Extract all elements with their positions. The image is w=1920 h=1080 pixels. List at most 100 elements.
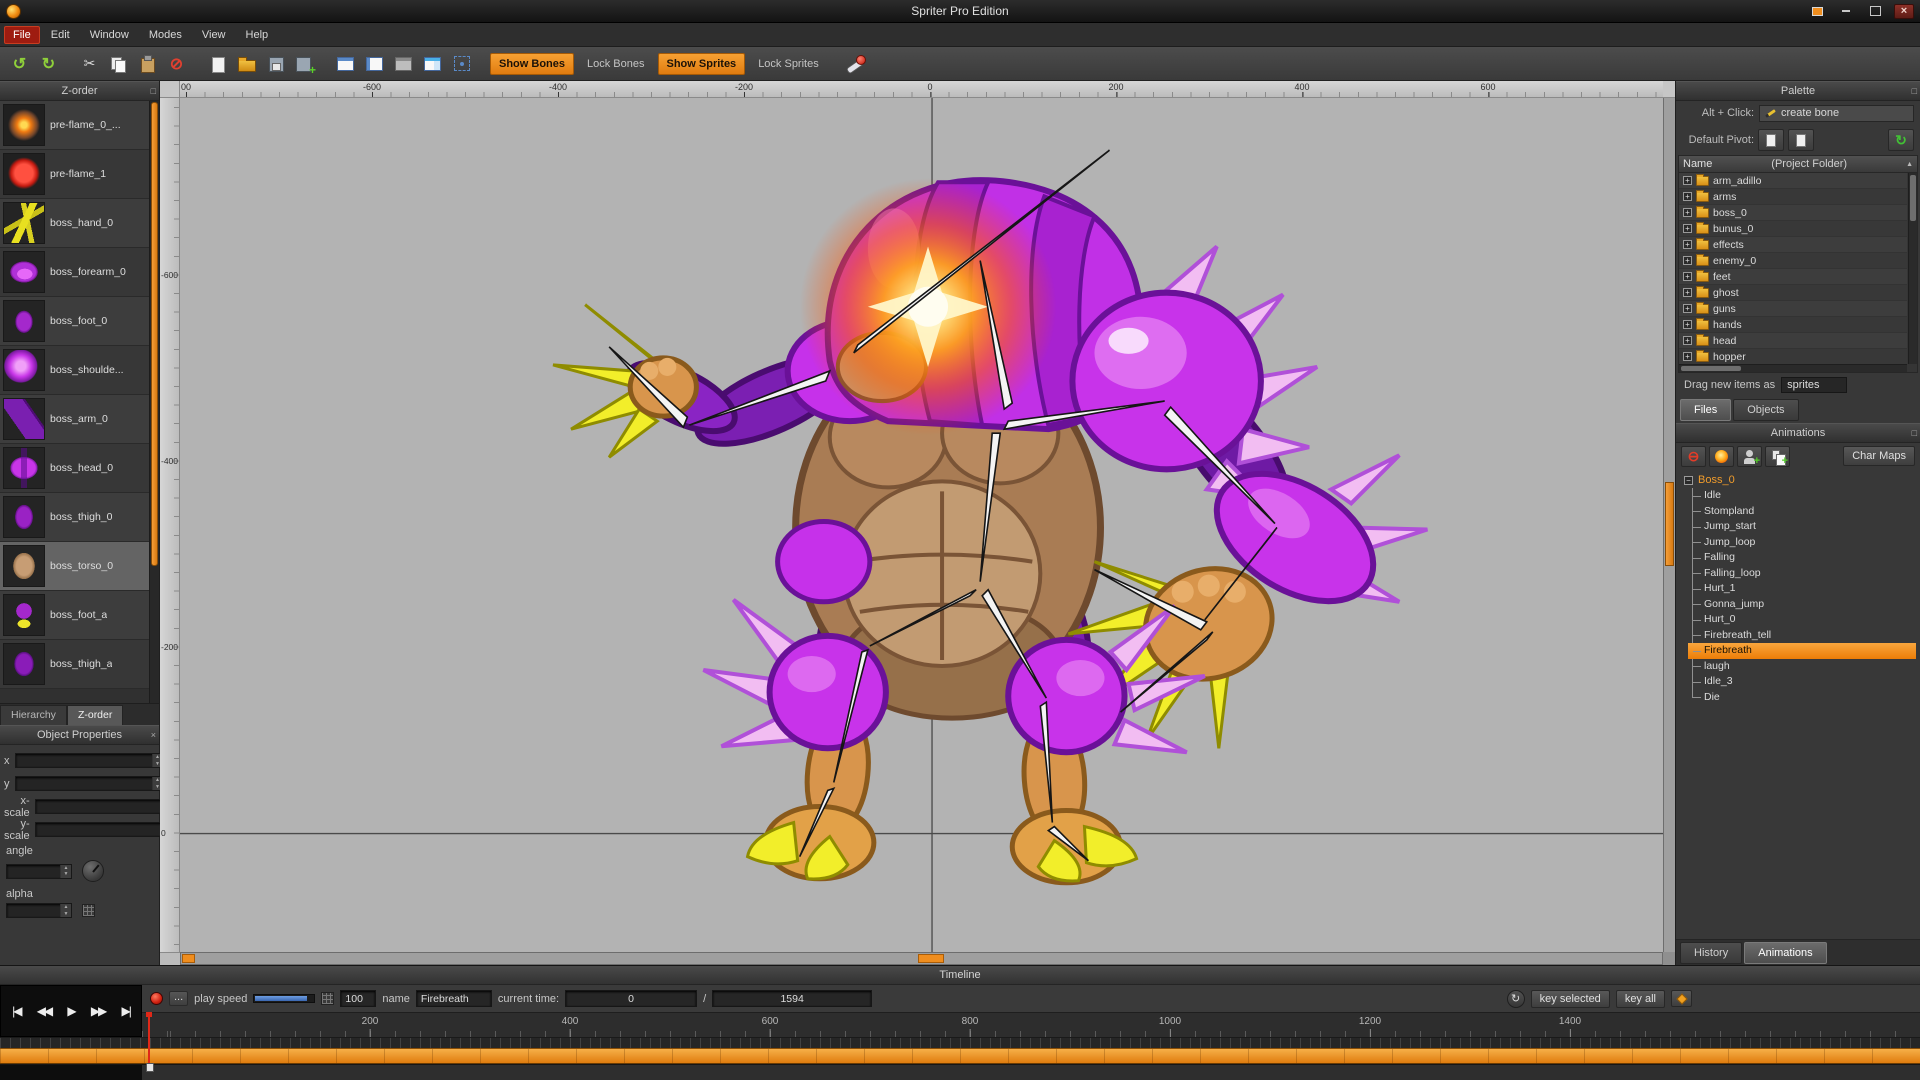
angle-input[interactable] [7, 865, 60, 878]
drag-items-as-select[interactable]: sprites [1781, 377, 1847, 393]
paste-icon[interactable] [134, 51, 161, 77]
float-panel-icon[interactable]: □ [1912, 84, 1917, 98]
spin-down-icon[interactable]: ▼ [61, 871, 71, 878]
scrollbar-handle[interactable] [1665, 482, 1674, 566]
keyframe-track[interactable] [0, 1048, 1920, 1064]
cut-icon[interactable]: ✂ [76, 51, 103, 77]
sprite-layer-item[interactable]: boss_shoulde... [0, 346, 149, 395]
total-time-input[interactable] [712, 990, 872, 1007]
animation-item[interactable]: Hurt_1 [1688, 581, 1916, 597]
project-folder-row[interactable]: + enemy_0 [1679, 253, 1907, 269]
animation-item[interactable]: Firebreath_tell [1688, 628, 1916, 644]
go-to-start-button[interactable]: |◀ [12, 1004, 20, 1018]
animation-item[interactable]: Firebreath [1688, 643, 1916, 659]
layout-toggle-icon[interactable] [1807, 4, 1827, 19]
delete-animation-button[interactable]: ⊖ [1681, 446, 1706, 467]
duplicate-animation-button[interactable]: + [1765, 446, 1790, 467]
project-folder-row[interactable]: + hopper [1679, 349, 1907, 365]
float-panel-icon[interactable]: □ [151, 84, 156, 98]
speed-stepper-icon[interactable] [321, 992, 334, 1005]
sprite-layer-item[interactable]: boss_foot_0 [0, 297, 149, 346]
alpha-input[interactable] [7, 904, 60, 917]
play-button[interactable]: ▶ [67, 1004, 74, 1018]
loop-playback-button[interactable]: ↻ [1507, 990, 1525, 1008]
canvas-viewport[interactable] [180, 98, 1663, 952]
toggle-button[interactable]: Lock Bones [578, 53, 653, 75]
sprite-layer-item[interactable]: boss_thigh_0 [0, 493, 149, 542]
panel-tab[interactable]: Z-order [67, 705, 123, 725]
vertical-scrollbar[interactable] [1663, 98, 1675, 952]
record-button[interactable] [150, 992, 163, 1005]
expand-icon[interactable]: + [1683, 192, 1692, 201]
collapse-icon[interactable]: − [1684, 476, 1693, 485]
menu-item[interactable]: Help [237, 26, 278, 44]
scrollbar-handle[interactable] [1681, 366, 1741, 371]
fit-view-icon[interactable] [448, 51, 475, 77]
animation-item[interactable]: Idle_3 [1688, 674, 1916, 690]
new-file-icon[interactable] [204, 51, 231, 77]
toggle-button[interactable]: Show Bones [490, 53, 574, 75]
tree-scrollbar[interactable] [1908, 173, 1917, 364]
sprite-layer-item[interactable]: boss_forearm_0 [0, 248, 149, 297]
next-keyframe-button[interactable]: ▶▶ [91, 1004, 105, 1018]
scrollbar-handle[interactable] [151, 102, 158, 566]
animation-item[interactable]: Idle [1688, 488, 1916, 504]
animation-item[interactable]: Gonna_jump [1688, 597, 1916, 613]
copy-icon[interactable] [105, 51, 132, 77]
boss-character-sprite[interactable] [180, 98, 1663, 952]
menu-item[interactable]: Modes [140, 26, 191, 44]
alpha-grid-icon[interactable] [82, 904, 95, 917]
scroll-left-button[interactable] [182, 954, 195, 963]
menu-item[interactable]: File [4, 26, 40, 44]
expand-icon[interactable]: + [1683, 336, 1692, 345]
current-time-input[interactable] [565, 990, 697, 1007]
animation-item[interactable]: Die [1688, 690, 1916, 706]
view-grid-icon[interactable] [419, 51, 446, 77]
spin-down-icon[interactable]: ▼ [61, 911, 71, 918]
expand-icon[interactable]: + [1683, 240, 1692, 249]
sprite-layer-item[interactable]: pre-flame_0_... [0, 101, 149, 150]
sprite-layer-item[interactable]: boss_hand_0 [0, 199, 149, 248]
view-layout-c-icon[interactable] [390, 51, 417, 77]
key-all-button[interactable]: key all [1616, 990, 1665, 1008]
redo-icon[interactable]: ↻ [35, 51, 62, 77]
refresh-pivot-button[interactable]: ↻ [1888, 129, 1914, 151]
palette-tab[interactable]: Objects [1733, 399, 1798, 421]
zorder-scrollbar[interactable] [149, 101, 159, 703]
timeline-ruler[interactable]: 200400600800100012001400 [142, 1012, 1920, 1037]
sort-icon[interactable]: ▲ [1906, 161, 1913, 168]
animation-item[interactable]: Falling [1688, 550, 1916, 566]
expand-icon[interactable]: + [1683, 288, 1692, 297]
project-folder-row[interactable]: + arms [1679, 189, 1907, 205]
menu-item[interactable]: View [193, 26, 235, 44]
angle-dial[interactable] [82, 860, 104, 882]
play-speed-slider[interactable] [253, 994, 315, 1003]
char-maps-button[interactable]: Char Maps [1843, 446, 1915, 466]
bone-tool-icon[interactable] [841, 51, 869, 77]
expand-icon[interactable]: + [1683, 208, 1692, 217]
x-scale-input[interactable] [36, 800, 172, 813]
animation-item[interactable]: Stompland [1688, 504, 1916, 520]
expand-icon[interactable]: + [1683, 272, 1692, 281]
x-input[interactable] [16, 754, 152, 767]
sprite-layer-item[interactable]: pre-flame_1 [0, 150, 149, 199]
menu-item[interactable]: Window [81, 26, 138, 44]
project-folder-row[interactable]: + guns [1679, 301, 1907, 317]
playhead[interactable] [148, 1014, 150, 1064]
horizontal-scrollbar[interactable] [180, 952, 1663, 965]
sprite-layer-item[interactable]: boss_head_0 [0, 444, 149, 493]
save-as-icon[interactable]: + [291, 51, 318, 77]
view-layout-b-icon[interactable] [361, 51, 388, 77]
sprite-layer-item[interactable]: boss_torso_0 [0, 542, 149, 591]
tree-h-scrollbar[interactable] [1679, 364, 1907, 372]
open-folder-icon[interactable] [233, 51, 260, 77]
expand-icon[interactable]: + [1683, 320, 1692, 329]
play-speed-input[interactable] [340, 990, 376, 1007]
toggle-button[interactable]: Lock Sprites [749, 53, 828, 75]
toggle-button[interactable]: Show Sprites [658, 53, 746, 75]
project-folder-row[interactable]: + feet [1679, 269, 1907, 285]
project-folder-row[interactable]: + ghost [1679, 285, 1907, 301]
expand-icon[interactable]: + [1683, 256, 1692, 265]
panel-bottom-tab[interactable]: History [1680, 942, 1742, 964]
keyframe-options-button[interactable] [1671, 990, 1692, 1007]
